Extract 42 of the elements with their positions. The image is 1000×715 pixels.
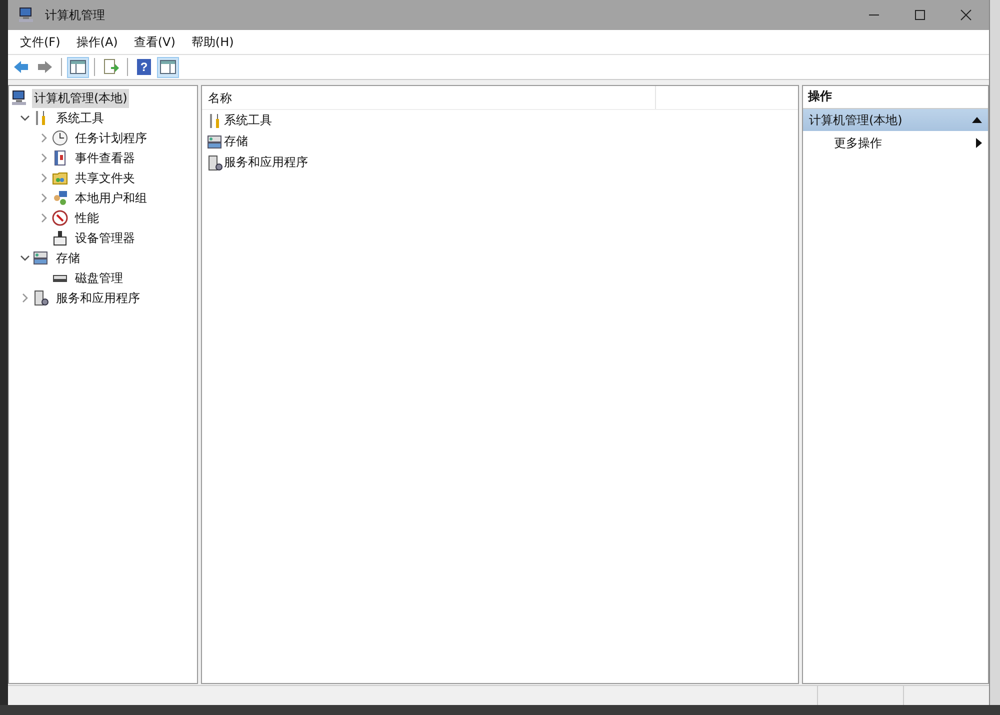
tree-item[interactable]: 性能: [73, 208, 101, 228]
tree-item[interactable]: 事件查看器: [73, 148, 137, 168]
storage-icon: [33, 250, 49, 266]
tree-item[interactable]: 任务计划程序: [73, 128, 149, 148]
actions-section[interactable]: 计算机管理(本地): [803, 109, 988, 131]
tree-item[interactable]: 共享文件夹: [73, 168, 137, 188]
server-icon: [33, 290, 49, 306]
event-log-icon: [52, 150, 68, 166]
users-icon: [52, 190, 68, 206]
tree-item[interactable]: 设备管理器: [73, 228, 137, 248]
maximize-icon: [914, 9, 926, 21]
show-tree-button[interactable]: [67, 56, 89, 78]
window-title: 计算机管理: [45, 6, 105, 24]
action-item[interactable]: 更多操作: [803, 131, 988, 155]
tree-item[interactable]: 磁盘管理: [73, 268, 125, 288]
show-action-pane-button[interactable]: [157, 56, 179, 78]
storage-icon: [207, 134, 223, 150]
shared-folder-icon: [52, 170, 68, 186]
performance-icon: [52, 210, 68, 226]
close-icon: [960, 9, 972, 21]
tree-item[interactable]: 计算机管理(本地): [32, 88, 130, 108]
submenu-arrow-icon: [976, 138, 982, 148]
computer-icon: [11, 90, 27, 106]
device-icon: [52, 230, 68, 246]
list-item[interactable]: 服务和应用程序: [224, 154, 308, 171]
help-button[interactable]: ?: [133, 56, 155, 78]
menu-item[interactable]: 帮助(H): [183, 34, 242, 50]
computer-icon: [18, 7, 34, 23]
server-icon: [207, 154, 223, 170]
column-header[interactable]: 名称: [202, 86, 656, 109]
tree-item[interactable]: 系统工具: [54, 108, 106, 128]
tree-item[interactable]: 本地用户和组: [73, 188, 149, 208]
tree-item[interactable]: 存储: [54, 248, 82, 268]
menu-item[interactable]: 操作(A): [68, 34, 126, 50]
forward-arrow-icon: [37, 60, 53, 74]
tree-item[interactable]: 服务和应用程序: [54, 288, 142, 308]
menu-item[interactable]: 文件(F): [12, 34, 68, 50]
list-item[interactable]: 系统工具: [224, 112, 272, 129]
list-item[interactable]: 存储: [224, 133, 248, 150]
menu-item[interactable]: 查看(V): [126, 34, 184, 50]
back-arrow-icon: [13, 60, 29, 74]
clock-icon: [52, 130, 68, 146]
